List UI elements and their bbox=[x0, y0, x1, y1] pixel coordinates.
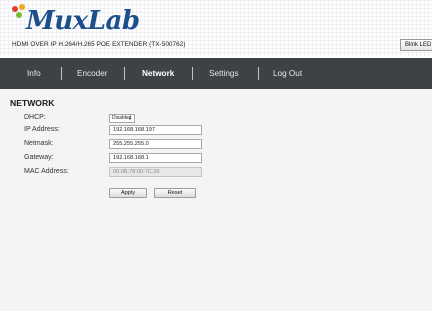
device-subtitle: HDMI OVER IP H.264/H.265 POE EXTENDER (T… bbox=[12, 41, 186, 48]
dhcp-select[interactable]: Disabled ▼ bbox=[109, 114, 135, 123]
network-settings-panel: NETWORK DHCP: Disabled ▼ IP Address: 192… bbox=[0, 89, 432, 311]
nav-item-network[interactable]: Network bbox=[142, 58, 174, 89]
netmask-label: Netmask: bbox=[24, 140, 54, 147]
netmask-input[interactable]: 255.255.255.0 bbox=[109, 139, 202, 149]
nav-item-logout[interactable]: Log Out bbox=[273, 58, 302, 89]
main-nav: Info Encoder Network Settings Log Out bbox=[0, 58, 432, 89]
blink-led-button[interactable]: Blink LED bbox=[400, 39, 432, 51]
muxlab-logo: MuxLab bbox=[12, 4, 162, 38]
logo-dot-orange bbox=[19, 4, 25, 10]
logo-text: MuxLab bbox=[26, 6, 140, 36]
reset-button[interactable]: Reset bbox=[154, 188, 196, 198]
ip-address-label: IP Address: bbox=[24, 126, 60, 133]
gateway-label: Gateway: bbox=[24, 154, 54, 161]
gateway-input[interactable]: 192.168.168.1 bbox=[109, 153, 202, 163]
mac-address-field: 00:0B:78:00:7C:26 bbox=[109, 167, 202, 177]
nav-separator bbox=[258, 67, 259, 80]
nav-separator bbox=[192, 67, 193, 80]
chevron-down-icon: ▼ bbox=[128, 116, 132, 121]
nav-separator bbox=[124, 67, 125, 80]
logo-dot-red bbox=[12, 6, 18, 12]
dhcp-label: DHCP: bbox=[24, 114, 46, 121]
nav-item-encoder[interactable]: Encoder bbox=[77, 58, 108, 89]
apply-button[interactable]: Apply bbox=[109, 188, 147, 198]
nav-separator bbox=[61, 67, 62, 80]
nav-item-settings[interactable]: Settings bbox=[209, 58, 239, 89]
logo-dot-green bbox=[16, 12, 22, 18]
ip-address-input[interactable]: 192.168.168.197 bbox=[109, 125, 202, 135]
nav-item-info[interactable]: Info bbox=[27, 58, 41, 89]
mac-address-label: MAC Address: bbox=[24, 168, 69, 175]
header: MuxLab HDMI OVER IP H.264/H.265 POE EXTE… bbox=[0, 0, 432, 56]
section-title: NETWORK bbox=[10, 98, 55, 108]
